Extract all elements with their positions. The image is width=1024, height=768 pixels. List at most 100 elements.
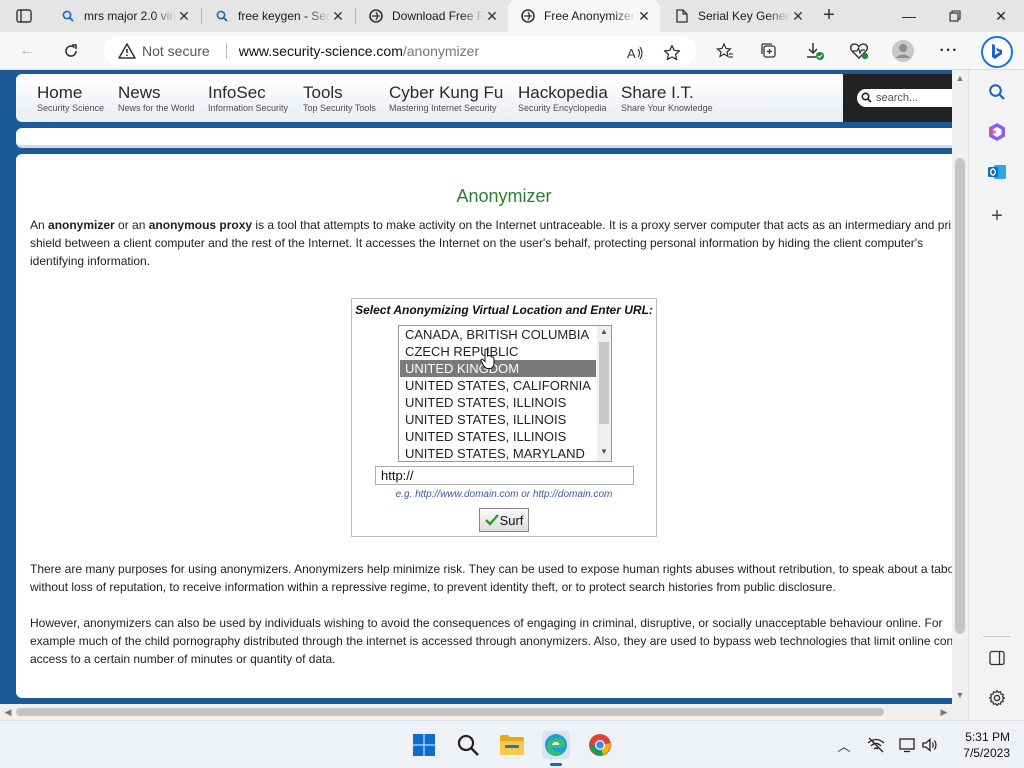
- more-dots-icon: ···: [939, 42, 959, 59]
- address-bar[interactable]: Not secure www.security-science.com/anon…: [104, 36, 696, 66]
- refresh-button[interactable]: [56, 37, 86, 65]
- location-option[interactable]: CZECH REPUBLIC: [400, 343, 596, 360]
- minimize-button[interactable]: —: [886, 0, 932, 32]
- listbox-scrollbar[interactable]: ▲ ▼: [597, 326, 611, 461]
- sidebar-add-button[interactable]: +: [985, 204, 1009, 228]
- page-vertical-scrollbar[interactable]: ▲ ▼: [952, 70, 968, 704]
- chevron-up-icon: ︿: [837, 738, 851, 754]
- taskbar: ︿ 5:31 PM 7/5/2023: [0, 720, 1024, 768]
- new-tab-button[interactable]: +: [816, 4, 842, 28]
- start-button[interactable]: [410, 731, 438, 759]
- system-clock[interactable]: 5:31 PM 7/5/2023: [950, 729, 1010, 761]
- nav-subtitle: Share Your Knowledge: [621, 103, 713, 113]
- volume-status[interactable]: [920, 735, 940, 755]
- edge-taskbar-button[interactable]: [542, 731, 570, 766]
- location-option-selected[interactable]: UNITED KINGDOM: [400, 360, 596, 377]
- scroll-up-arrow-icon[interactable]: ▲: [952, 73, 968, 83]
- tab-actions-button[interactable]: [8, 4, 40, 28]
- settings-menu-button[interactable]: ···: [934, 37, 964, 65]
- surf-button[interactable]: Surf: [479, 508, 529, 532]
- collections-button[interactable]: [754, 37, 784, 65]
- favorites-icon: [716, 42, 733, 58]
- tab-title: Serial Key Generator: [698, 9, 790, 23]
- tab-title: Download Free Full: [392, 9, 484, 23]
- scroll-down-arrow-icon[interactable]: ▼: [952, 690, 968, 700]
- sidebar-toggle-icon: [989, 650, 1005, 666]
- scroll-up-arrow-icon[interactable]: ▲: [597, 327, 611, 336]
- gear-icon: [988, 689, 1006, 707]
- nav-subtitle: Top Security Tools: [303, 103, 376, 113]
- page-icon: [674, 8, 690, 24]
- tab-free-keygen[interactable]: free keygen - Search ✕: [202, 0, 354, 32]
- sidebar-outlook-button[interactable]: [985, 160, 1009, 184]
- location-option[interactable]: CANADA, BRITISH COLUMBIA: [400, 326, 596, 343]
- minimize-icon: —: [902, 8, 916, 24]
- scroll-right-arrow-icon[interactable]: ▶: [936, 704, 952, 720]
- show-hidden-icons-button[interactable]: ︿: [834, 735, 854, 755]
- display-status[interactable]: [898, 735, 918, 755]
- tab-free-anonymizer[interactable]: Free Anonymizer ✕: [508, 0, 660, 32]
- nav-hackopedia[interactable]: Hackopedia Security Encyclopedia: [518, 84, 608, 114]
- nav-subtitle: News for the World: [118, 103, 195, 113]
- location-option[interactable]: UNITED STATES, ILLINOIS: [400, 428, 596, 445]
- nav-title: News: [118, 83, 161, 102]
- subnav-bar: [16, 128, 956, 148]
- sidebar-search-button[interactable]: [985, 80, 1009, 104]
- performance-button[interactable]: [844, 37, 874, 65]
- url-input[interactable]: [375, 466, 634, 485]
- downloads-button[interactable]: [800, 37, 830, 65]
- tab-title: free keygen - Search: [238, 9, 330, 23]
- hand-cursor-icon: [480, 348, 495, 369]
- close-tab-icon[interactable]: ✕: [176, 8, 192, 25]
- misuse-paragraph: However, anonymizers can also be used by…: [30, 616, 954, 666]
- nav-share-it[interactable]: Share I.T. Share Your Knowledge: [621, 84, 713, 114]
- location-listbox[interactable]: CANADA, BRITISH COLUMBIA CZECH REPUBLIC …: [398, 325, 612, 462]
- profile-button[interactable]: [888, 37, 918, 65]
- close-window-button[interactable]: ✕: [978, 0, 1024, 32]
- bing-chat-button[interactable]: [981, 36, 1013, 68]
- read-aloud-icon[interactable]: A: [626, 43, 646, 63]
- nav-cyber-kung-fu[interactable]: Cyber Kung Fu Mastering Internet Securit…: [389, 84, 503, 114]
- close-tab-icon[interactable]: ✕: [636, 8, 652, 25]
- sidebar-office-button[interactable]: [985, 120, 1009, 144]
- folder-icon: [500, 735, 524, 755]
- favorite-star-icon[interactable]: [662, 43, 682, 63]
- tab-strip: mrs major 2.0 virus ✕ free keygen - Sear…: [0, 0, 1024, 32]
- restore-button[interactable]: [932, 0, 978, 32]
- chrome-taskbar-button[interactable]: [586, 731, 614, 759]
- speaker-icon: [922, 738, 937, 752]
- hide-sidebar-button[interactable]: [985, 646, 1009, 670]
- network-status[interactable]: [866, 735, 886, 755]
- location-option[interactable]: UNITED STATES, ILLINOIS: [400, 394, 596, 411]
- plus-icon: +: [991, 204, 1003, 227]
- nav-subtitle: Security Encyclopedia: [518, 103, 607, 113]
- sidebar-settings-button[interactable]: [985, 686, 1009, 710]
- tab-download-free[interactable]: Download Free Full ✕: [356, 0, 508, 32]
- favorites-button[interactable]: [710, 37, 740, 65]
- location-option[interactable]: UNITED STATES, CALIFORNIA: [400, 377, 596, 394]
- warning-icon[interactable]: [118, 42, 136, 60]
- nav-subtitle: Mastering Internet Security: [389, 103, 497, 113]
- site-search-input[interactable]: search...: [857, 89, 967, 107]
- close-tab-icon[interactable]: ✕: [790, 8, 806, 25]
- location-option[interactable]: UNITED STATES, MARYLAND: [400, 445, 596, 461]
- close-tab-icon[interactable]: ✕: [330, 8, 346, 25]
- close-tab-icon[interactable]: ✕: [484, 8, 500, 25]
- location-option[interactable]: UNITED STATES, ILLINOIS: [400, 411, 596, 428]
- monitor-icon: [899, 738, 915, 753]
- taskbar-search-button[interactable]: [454, 731, 482, 759]
- edge-site-icon: [368, 8, 384, 24]
- file-explorer-button[interactable]: [498, 731, 526, 759]
- nav-tools[interactable]: Tools Top Security Tools: [303, 84, 376, 114]
- back-button[interactable]: ←: [12, 37, 42, 65]
- tab-mrs-major[interactable]: mrs major 2.0 virus ✕: [48, 0, 200, 32]
- nav-infosec[interactable]: InfoSec Information Security: [208, 84, 288, 114]
- tab-serial-key[interactable]: Serial Key Generator ✕: [662, 0, 814, 32]
- nav-home[interactable]: Home Security Science: [37, 84, 104, 114]
- clock-date: 7/5/2023: [963, 746, 1010, 760]
- restore-icon: [949, 10, 961, 22]
- scroll-down-arrow-icon[interactable]: ▼: [597, 447, 611, 456]
- nav-news[interactable]: News News for the World: [118, 83, 195, 114]
- scroll-left-arrow-icon[interactable]: ◀: [0, 704, 16, 720]
- page-horizontal-scrollbar[interactable]: ◀ ▶: [0, 704, 952, 720]
